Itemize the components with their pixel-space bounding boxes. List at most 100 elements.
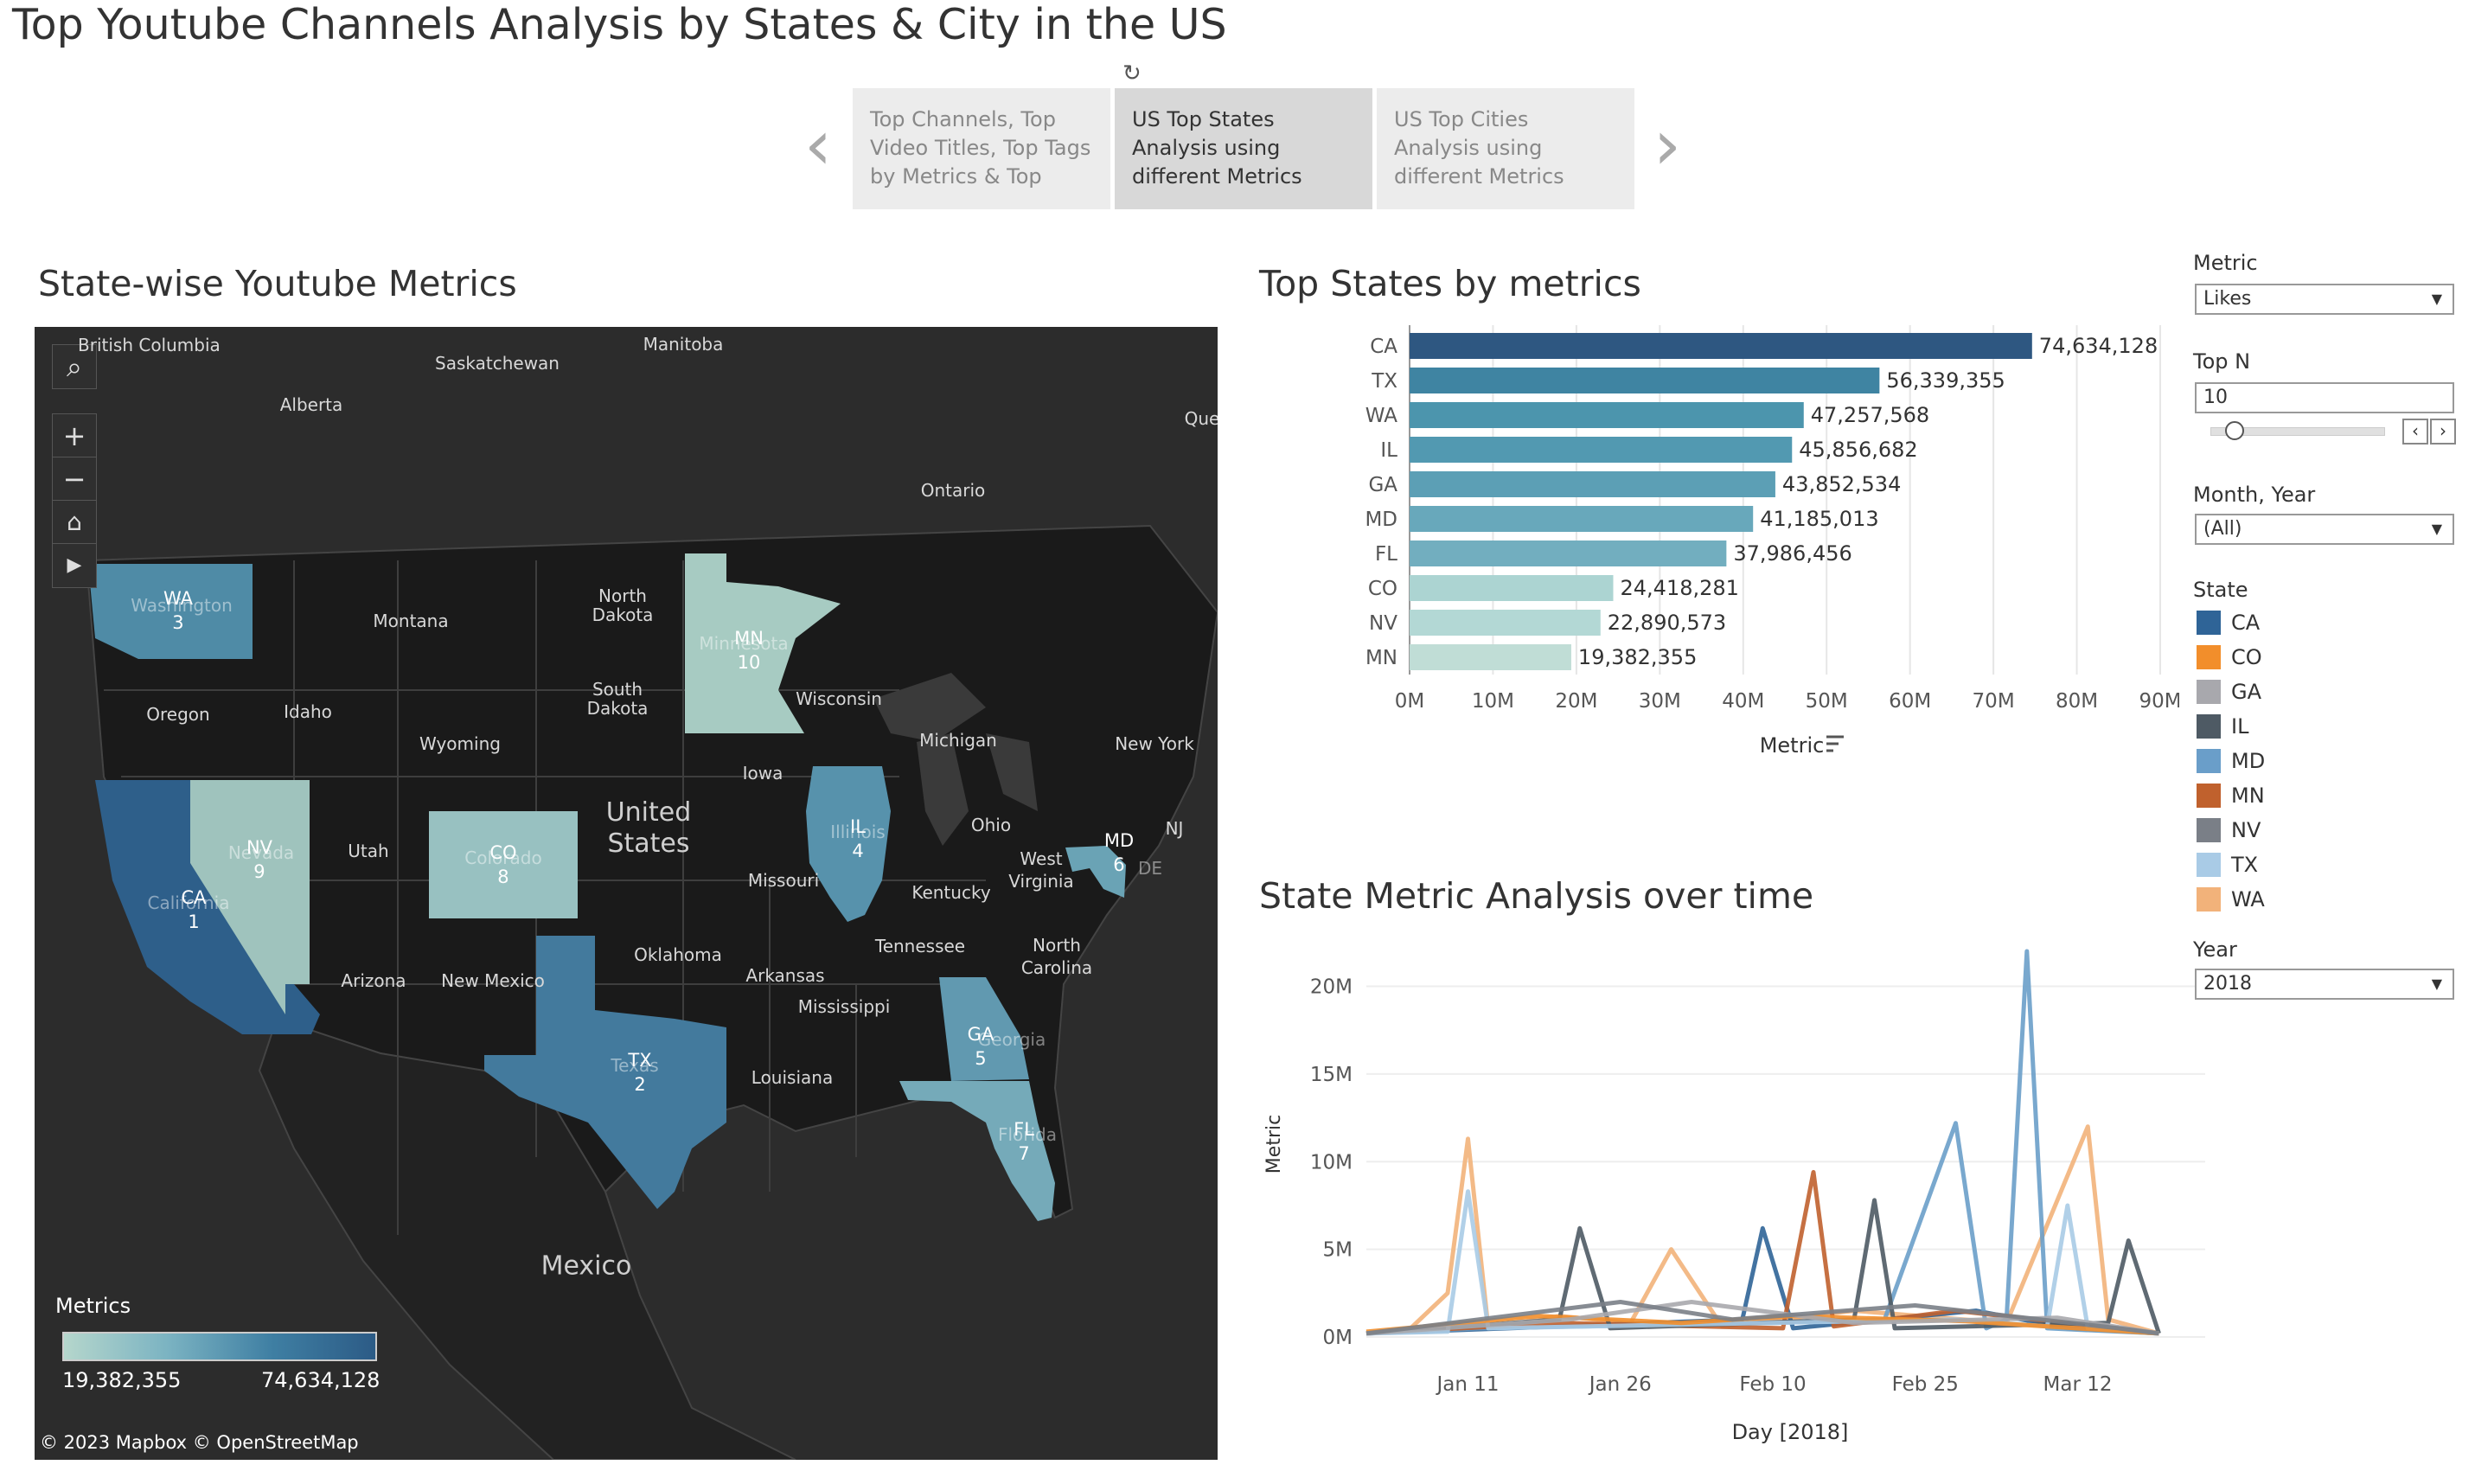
country-label: United States	[605, 797, 692, 859]
sort-icon[interactable]	[1826, 735, 1844, 752]
legend-label: WA	[2231, 887, 2265, 912]
legend-label: NV	[2231, 818, 2261, 842]
state-legend-item[interactable]: NV	[2197, 818, 2421, 844]
metric-dropdown[interactable]: Likes ▼	[2195, 284, 2454, 315]
place-label: Missouri	[747, 870, 820, 891]
refresh-icon[interactable]: ↻	[1122, 61, 1142, 86]
state-tag-mn[interactable]: MN 10	[734, 626, 764, 675]
line-y-axis-title: Metric	[1263, 1115, 1285, 1174]
place-label: Utah	[348, 841, 389, 861]
state-tag-fl[interactable]: FL 7	[1014, 1117, 1034, 1166]
legend-label: MN	[2231, 784, 2265, 808]
state-tag-wa[interactable]: WA 3	[163, 586, 193, 635]
next-story-arrow-icon[interactable]: ›	[1653, 111, 1681, 180]
state-tag-co[interactable]: CO 8	[489, 841, 516, 889]
line-x-tick-label: Feb 10	[1739, 1373, 1806, 1396]
place-label: Idaho	[284, 701, 332, 722]
month-year-label: Month, Year	[2193, 483, 2316, 507]
bar-il[interactable]	[1410, 437, 1793, 463]
home-icon[interactable]: ⌂	[52, 500, 97, 545]
state-tag-il[interactable]: IL 4	[850, 815, 866, 863]
state-legend-item[interactable]: CO	[2197, 645, 2421, 671]
tab-us-top-states[interactable]: US Top States Analysis using different M…	[1115, 88, 1372, 209]
bar-nv[interactable]	[1410, 610, 1601, 636]
line-chart-title: State Metric Analysis over time	[1259, 875, 1814, 917]
place-label: Ohio	[970, 815, 1012, 835]
legend-swatch	[2197, 714, 2221, 739]
previous-story-arrow-icon[interactable]: ‹	[804, 111, 832, 180]
zoom-out-icon[interactable]: −	[52, 457, 97, 502]
legend-label: IL	[2231, 714, 2249, 739]
bar-fl[interactable]	[1410, 541, 1727, 566]
line-x-tick-label: Jan 26	[1588, 1373, 1652, 1396]
legend-label: GA	[2231, 680, 2262, 704]
place-label: Oregon	[146, 704, 210, 725]
bar-value-label: 56,339,355	[1886, 368, 2005, 393]
state-map[interactable]: ⌕ + − ⌂ ▶ British Columbia Manitoba Sask…	[35, 327, 1218, 1460]
bar-category-label: CA	[1370, 336, 1397, 358]
metric-dropdown-value: Likes	[2203, 288, 2252, 310]
bar-wa[interactable]	[1410, 402, 1804, 428]
state-tag-tx[interactable]: TX 2	[628, 1048, 651, 1097]
bar-value-label: 41,185,013	[1760, 507, 1878, 531]
state-tag-nv[interactable]: NV 9	[246, 835, 272, 884]
topn-slider-thumb[interactable]	[2225, 421, 2244, 440]
line-chart: 0M 5M 10M 15M 20M Jan 11 Jan 26 Feb 10 Feb 25 Mar…	[1263, 949, 2205, 1444]
place-label: Kentucky	[911, 882, 991, 903]
legend-label: CO	[2231, 645, 2262, 669]
year-label: Year	[2193, 937, 2237, 962]
bar-co[interactable]	[1410, 575, 1614, 601]
state-tag-md[interactable]: MD 6	[1104, 828, 1134, 877]
line-x-tick-label: Feb 25	[1892, 1373, 1959, 1396]
bar-x-tick-label: 80M	[2056, 690, 2098, 713]
bar-category-label: FL	[1375, 543, 1397, 566]
state-legend-item[interactable]: GA	[2197, 680, 2421, 706]
line-y-tick-label: 10M	[1310, 1151, 1353, 1174]
place-label: Mexico	[540, 1251, 632, 1282]
bar-md[interactable]	[1410, 506, 1754, 532]
state-legend-item[interactable]: IL	[2197, 714, 2421, 740]
legend-swatch	[2197, 749, 2221, 773]
bar-axis-title: Metric	[1760, 733, 1825, 758]
pan-arrow-icon[interactable]: ▶	[52, 543, 97, 588]
chevron-down-icon: ▼	[2431, 975, 2442, 992]
bar-ga[interactable]	[1410, 471, 1775, 497]
place-label: NJ	[1165, 818, 1184, 839]
bar-tx[interactable]	[1410, 368, 1880, 393]
line-series-md[interactable]	[1365, 949, 2159, 1336]
month-year-dropdown[interactable]: (All) ▼	[2195, 514, 2454, 545]
line-y-tick-label: 15M	[1310, 1064, 1353, 1086]
state-tag-ca[interactable]: CA 1	[181, 886, 206, 934]
topn-increment-icon[interactable]: ›	[2430, 419, 2456, 445]
map-attribution[interactable]: © 2023 Mapbox © OpenStreetMap	[40, 1432, 359, 1453]
bar-x-tick-label: 90M	[2139, 690, 2179, 713]
zoom-in-icon[interactable]: +	[52, 413, 97, 458]
metric-filter-label: Metric	[2193, 251, 2258, 275]
year-dropdown[interactable]: 2018 ▼	[2195, 969, 2454, 1000]
bar-x-tick-label: 70M	[1973, 690, 2015, 713]
map-legend-gradient	[62, 1332, 377, 1361]
bar-x-tick-label: 60M	[1889, 690, 1931, 713]
tab-top-channels[interactable]: Top Channels, Top Video Titles, Top Tags…	[853, 88, 1110, 209]
bar-category-label: WA	[1365, 405, 1397, 427]
place-label: Louisiana	[751, 1067, 834, 1088]
state-legend-item[interactable]: TX	[2197, 853, 2421, 879]
place-label: North Dakota	[592, 585, 654, 625]
tab-us-top-cities[interactable]: US Top Cities Analysis using different M…	[1377, 88, 1634, 209]
state-legend-item[interactable]: WA	[2197, 887, 2421, 913]
state-legend-item[interactable]: CA	[2197, 611, 2421, 636]
legend-swatch	[2197, 853, 2221, 877]
bar-ca[interactable]	[1410, 333, 2032, 359]
place-label: Tennessee	[874, 936, 966, 956]
bar-x-tick-label: 50M	[1806, 690, 1848, 713]
topn-input[interactable]: 10	[2195, 382, 2454, 413]
bar-value-label: 74,634,128	[2039, 334, 2158, 358]
place-label: British Columbia	[78, 335, 221, 355]
bar-mn[interactable]	[1410, 644, 1571, 670]
bar-value-label: 47,257,568	[1811, 403, 1929, 427]
state-tag-ga[interactable]: GA 5	[968, 1022, 994, 1071]
state-legend-item[interactable]: MN	[2197, 784, 2421, 809]
state-legend-item[interactable]: MD	[2197, 749, 2421, 775]
topn-decrement-icon[interactable]: ‹	[2402, 419, 2428, 445]
legend-swatch	[2197, 680, 2221, 704]
